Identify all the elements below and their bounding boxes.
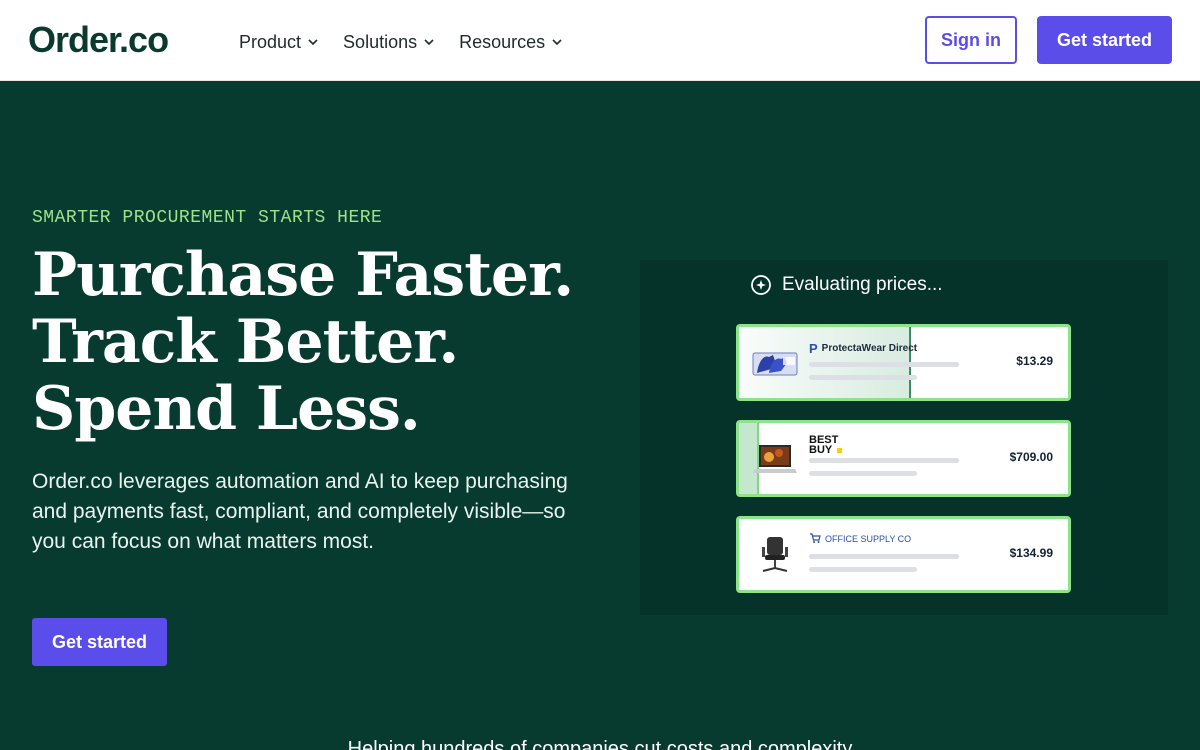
hero-eyebrow: SMARTER PROCUREMENT STARTS HERE xyxy=(32,208,383,228)
vendor-label: OFFICE SUPPLY CO xyxy=(825,533,912,544)
bestbuy-logo: BEST BUY xyxy=(809,434,839,456)
vendor-label: ProtectaWear Direct xyxy=(821,343,918,354)
nav-solutions-label: Solutions xyxy=(343,32,418,52)
chevron-down-icon xyxy=(424,39,434,46)
placeholder-line xyxy=(809,471,917,476)
placeholder-line xyxy=(809,458,959,463)
hero-headline: Purchase Faster. Track Better. Spend Les… xyxy=(32,240,574,444)
placeholder-line xyxy=(809,362,959,367)
social-proof-heading: Helping hundreds of companies cut costs … xyxy=(347,738,853,750)
vendor-price: $134.99 xyxy=(1009,546,1053,560)
protectawear-logo: P xyxy=(809,341,818,356)
nav-resources[interactable]: Resources xyxy=(459,29,563,55)
vendor-price: $13.29 xyxy=(1016,354,1053,368)
nav-resources-label: Resources xyxy=(459,32,546,52)
vendor-card-protectawear: P ProtectaWear Direct $13.29 xyxy=(736,324,1071,401)
headline-line-3: Spend Less. xyxy=(32,374,421,444)
placeholder-line xyxy=(809,554,959,559)
sign-in-button[interactable]: Sign in xyxy=(925,16,1017,64)
get-started-button-header[interactable]: Get started xyxy=(1037,16,1172,64)
office-chair-icon xyxy=(762,537,788,572)
hero-description: Order.co leverages automation and AI to … xyxy=(32,470,568,553)
vendor-price: $709.00 xyxy=(1009,450,1053,464)
cart-icon xyxy=(810,533,821,543)
sparkle-clock-icon xyxy=(751,275,771,295)
main-nav: Product Solutions Resources xyxy=(239,29,563,55)
chevron-down-icon xyxy=(552,39,562,46)
gloves-box-icon xyxy=(752,352,798,376)
price-evaluation-illustration: Evaluating prices... P ProtectaWear Dire… xyxy=(640,260,1168,615)
vendor-name: OFFICE SUPPLY CO xyxy=(809,533,911,544)
top-navigation-bar: Order.co Product Solutions Resources Sig… xyxy=(0,0,1200,81)
placeholder-line xyxy=(809,567,917,572)
headline-line-2: Track Better. xyxy=(32,307,459,377)
chevron-down-icon xyxy=(308,39,318,46)
vendor-name: BEST BUY xyxy=(809,434,842,456)
vendor-card-office-supply: OFFICE SUPPLY CO $134.99 xyxy=(736,516,1071,593)
evaluating-status: Evaluating prices... xyxy=(750,274,943,296)
nav-solutions[interactable]: Solutions xyxy=(343,29,435,55)
order-co-logo[interactable]: Order.co xyxy=(28,18,169,62)
evaluating-label: Evaluating prices... xyxy=(782,274,943,295)
laptop-icon xyxy=(753,445,797,473)
nav-product-label: Product xyxy=(239,32,302,52)
vendor-name: P ProtectaWear Direct xyxy=(809,341,917,356)
nav-product[interactable]: Product xyxy=(239,29,319,55)
placeholder-line xyxy=(809,375,917,380)
vendor-card-bestbuy: BEST BUY $709.00 xyxy=(736,420,1071,497)
headline-line-1: Purchase Faster. xyxy=(32,240,574,310)
bestbuy-tag-icon xyxy=(837,447,842,453)
get-started-button-hero[interactable]: Get started xyxy=(32,618,167,666)
